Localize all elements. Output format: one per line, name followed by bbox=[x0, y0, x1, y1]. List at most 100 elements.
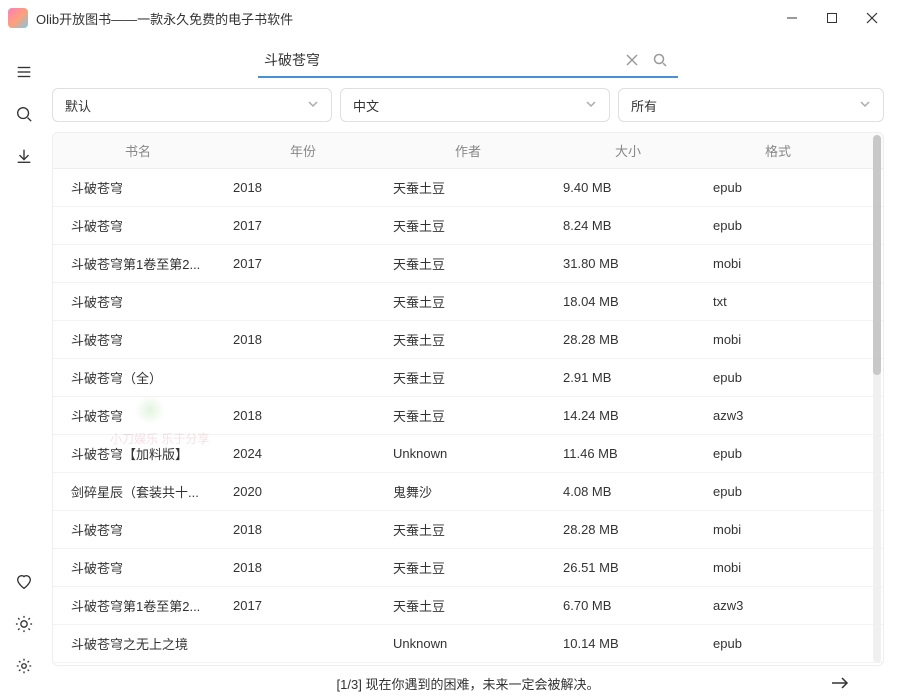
favorite-icon[interactable] bbox=[8, 564, 40, 600]
cell-size: 28.28 MB bbox=[553, 332, 703, 347]
col-size: 大小 bbox=[553, 141, 703, 160]
cell-author: 天蚕土豆 bbox=[383, 254, 553, 273]
cell-format: epub bbox=[703, 484, 853, 499]
cell-size: 31.80 MB bbox=[553, 256, 703, 271]
col-author: 作者 bbox=[383, 141, 553, 160]
table-row[interactable]: 斗破苍穹第1卷至第2...2017天蚕土豆31.80 MBmobi bbox=[53, 245, 883, 283]
cell-format: mobi bbox=[703, 560, 853, 575]
table-row[interactable]: 斗破苍穹2018天蚕土豆28.28 MBmobi bbox=[53, 511, 883, 549]
format-select[interactable]: 所有 bbox=[618, 88, 884, 122]
maximize-button[interactable] bbox=[812, 2, 852, 34]
cell-title: 斗破苍穹 bbox=[53, 216, 223, 235]
cell-format: azw3 bbox=[703, 408, 853, 423]
cell-format: epub bbox=[703, 218, 853, 233]
cell-author: 天蚕土豆 bbox=[383, 520, 553, 539]
clear-search-icon[interactable] bbox=[620, 48, 644, 72]
cell-author: 天蚕土豆 bbox=[383, 596, 553, 615]
cell-title: 斗破苍穹第1卷至第2... bbox=[53, 596, 223, 615]
cell-size: 14.24 MB bbox=[553, 408, 703, 423]
cell-title: 斗破苍穹 bbox=[53, 178, 223, 197]
search-input[interactable] bbox=[264, 52, 616, 68]
col-year: 年份 bbox=[223, 141, 383, 160]
brightness-icon[interactable] bbox=[8, 606, 40, 642]
sort-select-label: 默认 bbox=[65, 96, 307, 115]
cell-size: 4.08 MB bbox=[553, 484, 703, 499]
cell-title: 斗破苍穹（全） bbox=[53, 368, 223, 387]
cell-title: 斗破苍穹第1卷至第2... bbox=[53, 254, 223, 273]
cell-format: azw3 bbox=[703, 598, 853, 613]
next-quote-button[interactable] bbox=[826, 669, 854, 697]
search-submit-icon[interactable] bbox=[648, 48, 672, 72]
chevron-down-icon bbox=[307, 98, 319, 113]
cell-author: Unknown bbox=[383, 636, 553, 651]
table-row[interactable]: 剑碎星辰（套装共十...2020鬼舞沙4.08 MBepub bbox=[53, 473, 883, 511]
cell-size: 6.70 MB bbox=[553, 598, 703, 613]
table-body: 斗破苍穹2018天蚕土豆9.40 MBepub斗破苍穹2017天蚕土豆8.24 … bbox=[53, 169, 883, 665]
download-nav-icon[interactable] bbox=[8, 138, 40, 174]
table-row[interactable]: 斗破苍穹 天蚕土豆18.04 MBtxt bbox=[53, 283, 883, 321]
table-row[interactable]: 斗破苍穹2018天蚕土豆14.24 MBazw3 bbox=[53, 397, 883, 435]
col-format: 格式 bbox=[703, 141, 853, 160]
cell-size: 9.40 MB bbox=[553, 180, 703, 195]
search-box bbox=[258, 44, 678, 78]
cell-format: mobi bbox=[703, 256, 853, 271]
cell-title: 斗破苍穹 bbox=[53, 330, 223, 349]
sort-select[interactable]: 默认 bbox=[52, 88, 332, 122]
table-row[interactable]: 斗破苍穹2018天蚕土豆28.28 MBmobi bbox=[53, 321, 883, 359]
cell-size: 11.46 MB bbox=[553, 446, 703, 461]
cell-title: 斗破苍穹【加料版】 bbox=[53, 444, 223, 463]
cell-size: 18.04 MB bbox=[553, 294, 703, 309]
cell-size: 10.14 MB bbox=[553, 636, 703, 651]
titlebar: Olib开放图书——一款永久免费的电子书软件 bbox=[0, 0, 900, 36]
table-row[interactable]: 斗破苍穹（全） 天蚕土豆2.91 MBepub bbox=[53, 359, 883, 397]
chevron-down-icon bbox=[859, 98, 871, 113]
cell-size: 26.51 MB bbox=[553, 560, 703, 575]
menu-icon[interactable] bbox=[8, 54, 40, 90]
cell-size: 2.91 MB bbox=[553, 370, 703, 385]
cell-author: 天蚕土豆 bbox=[383, 330, 553, 349]
cell-author: 天蚕土豆 bbox=[383, 368, 553, 387]
table-row[interactable]: 斗破苍穹2018天蚕土豆9.40 MBepub bbox=[53, 169, 883, 207]
cell-title: 剑碎星辰（套装共十... bbox=[53, 482, 223, 501]
cell-format: epub bbox=[703, 180, 853, 195]
chevron-down-icon bbox=[585, 98, 597, 113]
cell-year: 2020 bbox=[223, 484, 383, 499]
table-row[interactable]: 斗破苍穹之无上之境Unknown10.14 MBepub bbox=[53, 625, 883, 663]
cell-format: epub bbox=[703, 446, 853, 461]
app-icon bbox=[8, 8, 28, 28]
cell-author: 天蚕土豆 bbox=[383, 216, 553, 235]
cell-year: 2018 bbox=[223, 408, 383, 423]
scrollbar-thumb[interactable] bbox=[873, 135, 881, 375]
format-select-label: 所有 bbox=[631, 96, 859, 115]
cell-format: txt bbox=[703, 294, 853, 309]
cell-title: 斗破苍穹 bbox=[53, 558, 223, 577]
window-controls bbox=[772, 2, 892, 34]
table-row[interactable]: 斗破苍穹第1卷至第2...2017天蚕土豆6.70 MBazw3 bbox=[53, 587, 883, 625]
cell-year: 2017 bbox=[223, 598, 383, 613]
minimize-button[interactable] bbox=[772, 2, 812, 34]
table-row[interactable]: 斗破苍穹【加料版】2024Unknown11.46 MBepub bbox=[53, 435, 883, 473]
app-title: Olib开放图书——一款永久免费的电子书软件 bbox=[36, 9, 772, 28]
cell-year: 2017 bbox=[223, 218, 383, 233]
language-select[interactable]: 中文 bbox=[340, 88, 610, 122]
cell-size: 28.28 MB bbox=[553, 522, 703, 537]
cell-author: 天蚕土豆 bbox=[383, 292, 553, 311]
cell-size: 8.24 MB bbox=[553, 218, 703, 233]
search-nav-icon[interactable] bbox=[8, 96, 40, 132]
cell-format: epub bbox=[703, 370, 853, 385]
settings-icon[interactable] bbox=[8, 648, 40, 684]
col-title: 书名 bbox=[53, 141, 223, 160]
table-row[interactable]: 斗破苍穹2018天蚕土豆26.51 MBmobi bbox=[53, 549, 883, 587]
language-select-label: 中文 bbox=[353, 96, 585, 115]
cell-year: 2024 bbox=[223, 446, 383, 461]
cell-title: 斗破苍穹 bbox=[53, 292, 223, 311]
close-button[interactable] bbox=[852, 2, 892, 34]
cell-author: 鬼舞沙 bbox=[383, 482, 553, 501]
cell-author: Unknown bbox=[383, 446, 553, 461]
cell-year: 2018 bbox=[223, 332, 383, 347]
footer-quote: [1/3] 现在你遇到的困难，未来一定会被解决。 bbox=[337, 674, 600, 693]
cell-author: 天蚕土豆 bbox=[383, 558, 553, 577]
table-row[interactable]: 斗破苍穹2017天蚕土豆8.24 MBepub bbox=[53, 207, 883, 245]
table-header: 书名 年份 作者 大小 格式 bbox=[53, 133, 883, 169]
cell-year: 2018 bbox=[223, 560, 383, 575]
